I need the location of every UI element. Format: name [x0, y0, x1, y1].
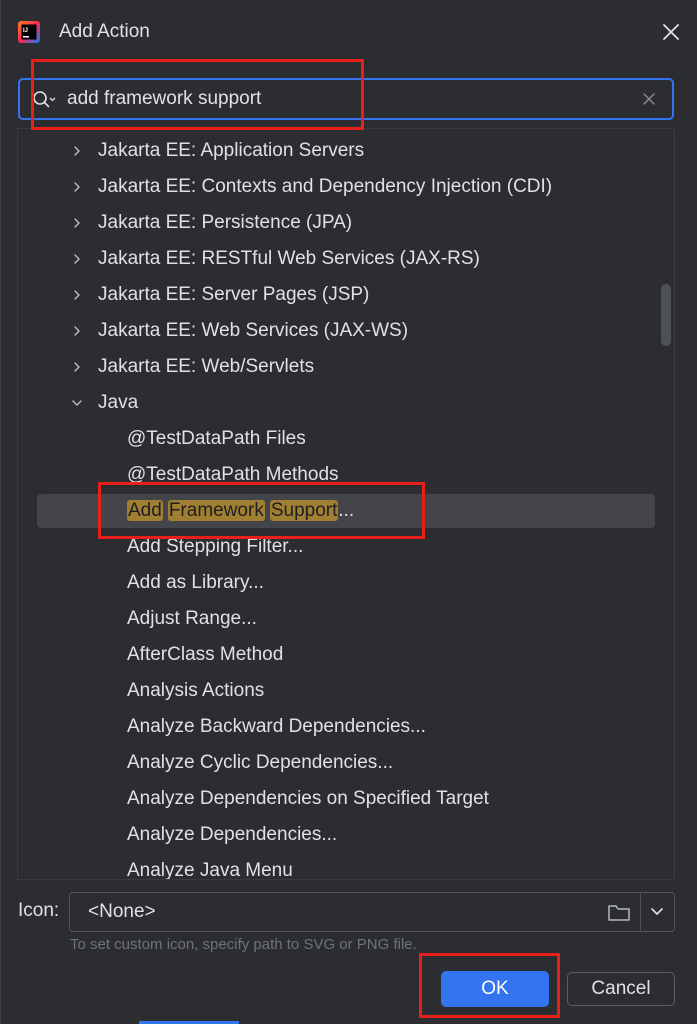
tree-item[interactable]: Jakarta EE: Application Servers — [18, 133, 674, 169]
icon-label: Icon: — [18, 900, 60, 921]
chevron-right-icon[interactable] — [70, 288, 84, 302]
tree-item-label: @TestDataPath Methods — [127, 464, 339, 485]
icon-path-hint: To set custom icon, specify path to SVG … — [70, 936, 417, 953]
tree-item-label: Analysis Actions — [127, 680, 265, 701]
tree-item-label: Add as Library... — [127, 572, 264, 593]
tree-item[interactable]: Jakarta EE: Contexts and Dependency Inje… — [18, 169, 674, 205]
chevron-right-icon[interactable] — [70, 252, 84, 266]
combo-separator — [640, 893, 641, 931]
clear-icon[interactable] — [642, 92, 656, 106]
tree-item-label: Add Stepping Filter... — [127, 536, 304, 557]
search-match-highlight: Support — [269, 500, 339, 521]
intellij-idea-icon: IJ — [18, 21, 40, 43]
close-icon[interactable] — [659, 20, 683, 44]
chevron-down-icon[interactable] — [70, 396, 84, 410]
search-icon[interactable] — [32, 90, 56, 110]
tree-item[interactable]: Analysis Actions — [18, 673, 674, 709]
tree-item[interactable]: AfterClass Method — [18, 637, 674, 673]
add-action-dialog: IJ Add Action Jakarta EE: Application Se… — [0, 0, 697, 1024]
tree-item[interactable]: Java — [18, 385, 674, 421]
tree-item[interactable]: Add Stepping Filter... — [18, 529, 674, 565]
tree-item-label: Jakarta EE: RESTful Web Services (JAX-RS… — [98, 248, 480, 269]
tree-item-label: Jakarta EE: Persistence (JPA) — [98, 212, 353, 233]
actions-tree[interactable]: Jakarta EE: Application Servers Jakarta E… — [17, 128, 675, 880]
ok-button[interactable]: OK — [441, 971, 549, 1007]
tree-item[interactable]: Jakarta EE: Server Pages (JSP) — [18, 277, 674, 313]
tree-item[interactable]: Jakarta EE: Web Services (JAX-WS) — [18, 313, 674, 349]
tree-item[interactable]: Jakarta EE: Web/Servlets — [18, 349, 674, 385]
tree-item-label: Jakarta EE: Web Services (JAX-WS) — [98, 320, 409, 341]
tree-item-label: Add Framework Support... — [127, 494, 354, 528]
tree-item-label: Jakarta EE: Server Pages (JSP) — [98, 284, 370, 305]
search-field[interactable] — [18, 78, 674, 120]
tree-item-label: Java — [98, 392, 139, 413]
search-match-highlight: Framework — [167, 500, 265, 521]
search-input[interactable] — [67, 86, 627, 112]
tree-item[interactable]: @TestDataPath Methods — [18, 457, 674, 493]
tree-item[interactable]: Analyze Dependencies on Specified Target — [18, 781, 674, 817]
tree-item[interactable]: Analyze Java Menu — [18, 853, 674, 880]
cancel-button[interactable]: Cancel — [567, 972, 675, 1006]
title-bar: IJ Add Action — [1, 0, 697, 66]
tree-item-label: AfterClass Method — [127, 644, 284, 665]
tree-item-label: Analyze Dependencies on Specified Target — [127, 788, 489, 809]
tree-item[interactable]: Analyze Dependencies... — [18, 817, 674, 853]
chevron-right-icon[interactable] — [70, 180, 84, 194]
tree-item-label: Analyze Dependencies... — [127, 824, 338, 845]
tree-item-label: Adjust Range... — [127, 608, 257, 629]
tree-item-label: Analyze Java Menu — [127, 860, 293, 880]
icon-path-combo[interactable]: <None> — [69, 892, 675, 932]
svg-text:IJ: IJ — [23, 28, 28, 34]
tree-item-label: @TestDataPath Files — [127, 428, 306, 449]
tree-item[interactable]: Jakarta EE: RESTful Web Services (JAX-RS… — [18, 241, 674, 277]
tree-item-label: Analyze Backward Dependencies... — [127, 716, 426, 737]
tree-item[interactable]: Jakarta EE: Persistence (JPA) — [18, 205, 674, 241]
folder-icon[interactable] — [607, 902, 631, 924]
tree-item-suffix: ... — [338, 500, 355, 521]
tree-item[interactable]: @TestDataPath Files — [18, 421, 674, 457]
tree-item-label: Jakarta EE: Web/Servlets — [98, 356, 315, 377]
tree-item-label: Jakarta EE: Contexts and Dependency Inje… — [98, 176, 553, 197]
tree-item[interactable]: Adjust Range... — [18, 601, 674, 637]
chevron-right-icon[interactable] — [70, 360, 84, 374]
tree-item-label: Analyze Cyclic Dependencies... — [127, 752, 394, 773]
tree-item[interactable]: Add as Library... — [18, 565, 674, 601]
tree-item[interactable]: Add Framework Support... — [37, 494, 655, 528]
chevron-right-icon[interactable] — [70, 144, 84, 158]
chevron-down-icon[interactable] — [647, 905, 667, 919]
tree-item-label: Jakarta EE: Application Servers — [98, 140, 365, 161]
chevron-right-icon[interactable] — [70, 216, 84, 230]
dialog-title: Add Action — [59, 21, 150, 42]
icon-path-value[interactable]: <None> — [88, 901, 156, 923]
tree-item[interactable]: Analyze Cyclic Dependencies... — [18, 745, 674, 781]
chevron-right-icon[interactable] — [70, 324, 84, 338]
tree-item[interactable]: Analyze Backward Dependencies... — [18, 709, 674, 745]
search-match-highlight: Add — [127, 500, 163, 521]
